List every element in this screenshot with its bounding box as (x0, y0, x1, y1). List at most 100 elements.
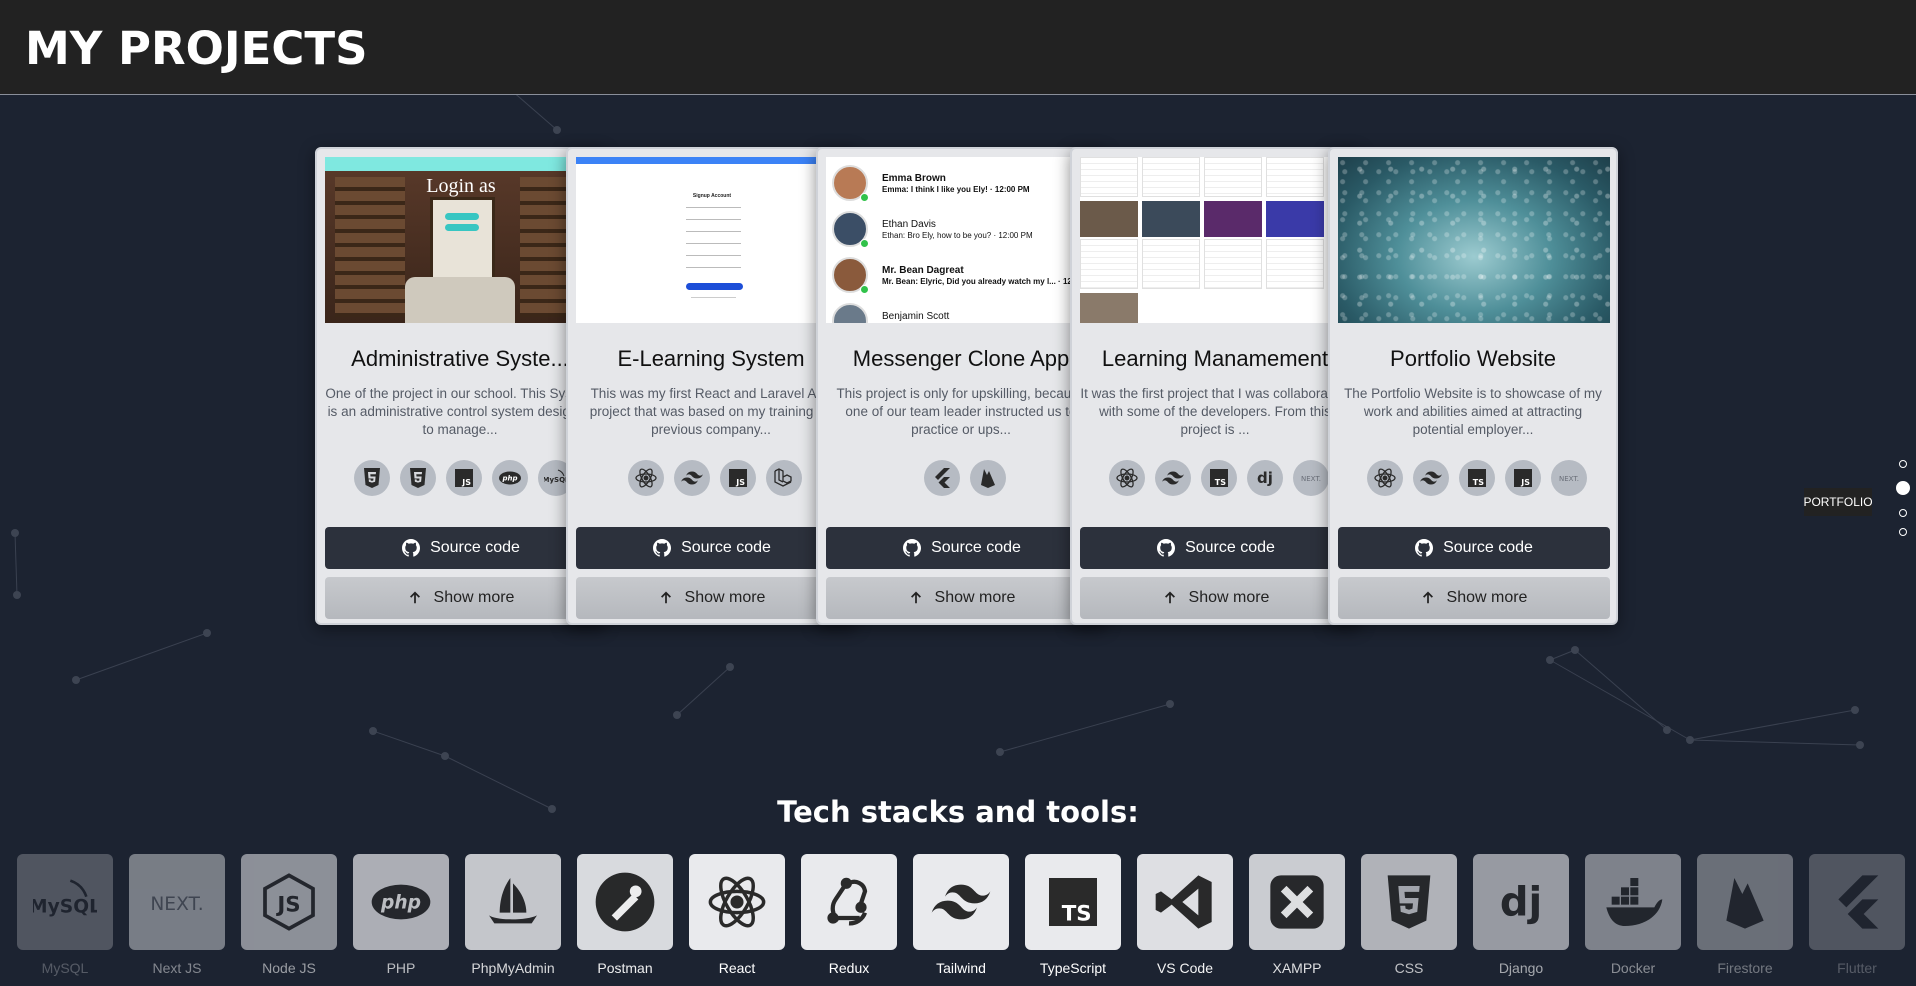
tech-tile-label: Next JS (152, 960, 202, 976)
project-description: This was my first React and Laravel App … (589, 386, 833, 437)
project-card[interactable]: Login as Administrative Syste... One of … (315, 147, 605, 625)
postman-icon (593, 870, 657, 934)
source-code-label: Source code (1185, 539, 1275, 556)
tech-tile (1137, 854, 1233, 950)
source-code-label: Source code (430, 539, 520, 556)
project-description: One of the project in our school. This S… (325, 386, 595, 437)
github-icon (903, 539, 922, 557)
html5-icon (354, 460, 390, 496)
tailwind-icon (1413, 460, 1449, 496)
svg-text:dj: dj (1500, 879, 1542, 925)
project-thumbnail: Emma Brown Emma: I think I like you Ely! … (826, 157, 1098, 323)
project-card[interactable]: Emma Brown Emma: I think I like you Ely! … (816, 147, 1106, 625)
react-icon (1367, 460, 1403, 496)
nextjs-icon: NEXT. (1293, 460, 1329, 496)
project-title: Portfolio Website (1390, 346, 1556, 371)
tech-tile (577, 854, 673, 950)
svg-text:NEXT.: NEXT. (1559, 475, 1579, 483)
thumb-chat-name: Benjamin Scott (882, 311, 950, 322)
github-icon (402, 539, 421, 557)
flutter-icon (924, 460, 960, 496)
source-code-label: Source code (681, 539, 771, 556)
section-nav-dot-active[interactable] (1896, 481, 1910, 495)
project-description: This project is only for upskilling, bec… (836, 386, 1086, 437)
tech-tile: dj (1473, 854, 1569, 950)
firebase-icon (970, 460, 1006, 496)
tailwind-icon (674, 460, 710, 496)
tech-tile-label: PhpMyAdmin (471, 960, 555, 976)
tech-tile-label: Firestore (1717, 960, 1773, 976)
nextjs-icon: NEXT. (145, 870, 209, 934)
svg-text:NEXT.: NEXT. (150, 894, 203, 915)
project-description: The Portfolio Website is to showcase of … (1344, 386, 1602, 437)
tech-tile: JS (241, 854, 337, 950)
source-code-button[interactable]: Source code (1080, 527, 1352, 569)
source-code-button[interactable]: Source code (325, 527, 597, 569)
source-code-button[interactable]: Source code (1338, 527, 1610, 569)
source-code-label: Source code (931, 539, 1021, 556)
page-title: MY PROJECTS (25, 22, 368, 75)
svg-text:TS: TS (1473, 478, 1484, 487)
arrow-up-icon (1163, 591, 1177, 605)
project-title: Learning Manamement (1101, 346, 1329, 371)
svg-text:MySQL: MySQL (544, 476, 568, 484)
react-icon (628, 460, 664, 496)
xampp-icon (1265, 870, 1329, 934)
js-icon: JS (1505, 460, 1541, 496)
docker-icon (1601, 870, 1665, 934)
tech-tile-label: CSS (1394, 960, 1424, 976)
thumb-chat-msg: Ethan: Bro Ely, how to be you? · 12:00 P… (882, 231, 1033, 240)
show-more-button[interactable]: Show more (826, 577, 1098, 619)
svg-text:JS: JS (461, 478, 471, 487)
ts-icon: TS (1201, 460, 1237, 496)
thumb-chat-msg: Mr. Bean: Elyric, Did you already watch … (882, 277, 1098, 286)
tech-tile-label: TypeScript (1039, 960, 1107, 976)
tech-heading: Tech stacks and tools: (777, 795, 1139, 829)
svg-text:dj: dj (1257, 469, 1273, 487)
project-tech-stack: TS dj NEXT. (1080, 460, 1358, 496)
source-code-button[interactable]: Source code (826, 527, 1098, 569)
show-more-label: Show more (1446, 589, 1528, 606)
tech-tile: php (353, 854, 449, 950)
tailwind-icon (929, 870, 993, 934)
section-nav-dot[interactable] (1899, 460, 1907, 468)
thumb-chat-name: Emma Brown (882, 173, 946, 184)
source-code-button[interactable]: Source code (576, 527, 848, 569)
tech-tile (1697, 854, 1793, 950)
tailwind-icon (1155, 460, 1191, 496)
show-more-button[interactable]: Show more (325, 577, 597, 619)
tech-tile-label: Redux (828, 960, 870, 976)
vscode-icon (1153, 870, 1217, 934)
ts-icon: TS (1041, 870, 1105, 934)
js-icon: JS (720, 460, 756, 496)
tech-tile: TS (1025, 854, 1121, 950)
project-card[interactable]: Signup Account E-Learning System This wa… (566, 147, 856, 625)
show-more-button[interactable]: Show more (576, 577, 848, 619)
section-nav-dot[interactable] (1899, 509, 1907, 517)
nextjs-icon: NEXT. (1551, 460, 1587, 496)
flutter-icon (1825, 870, 1889, 934)
tech-tile (913, 854, 1009, 950)
show-more-label: Show more (934, 589, 1016, 606)
django-icon: dj (1489, 870, 1553, 934)
tech-tile: NEXT. (129, 854, 225, 950)
thumb-chat-msg: Emma: I think I like you Ely! · 12:00 PM (882, 185, 1030, 194)
section-nav-dot[interactable] (1899, 528, 1907, 536)
php-icon: php (369, 870, 433, 934)
svg-text:php: php (501, 475, 517, 483)
project-title: Messenger Clone App (852, 346, 1070, 371)
project-card[interactable]: Learning Manamement It was the first pro… (1070, 147, 1360, 625)
tech-marquee: MySQL MySQL NEXT. Next JS JS Node JS php… (0, 854, 1916, 986)
show-more-button[interactable]: Show more (1338, 577, 1610, 619)
php-icon: php (492, 460, 528, 496)
show-more-button[interactable]: Show more (1080, 577, 1352, 619)
show-more-label: Show more (433, 589, 515, 606)
django-icon: dj (1247, 460, 1283, 496)
tech-tile: MySQL (17, 854, 113, 950)
css3-icon (1377, 870, 1441, 934)
project-card[interactable]: Portfolio Website The Portfolio Website … (1328, 147, 1618, 625)
tech-tile-label: XAMPP (1272, 960, 1322, 976)
project-title: E-Learning System (617, 346, 805, 371)
tech-tile-label: Django (1498, 960, 1544, 976)
tech-tile-label: Flutter (1837, 960, 1877, 976)
